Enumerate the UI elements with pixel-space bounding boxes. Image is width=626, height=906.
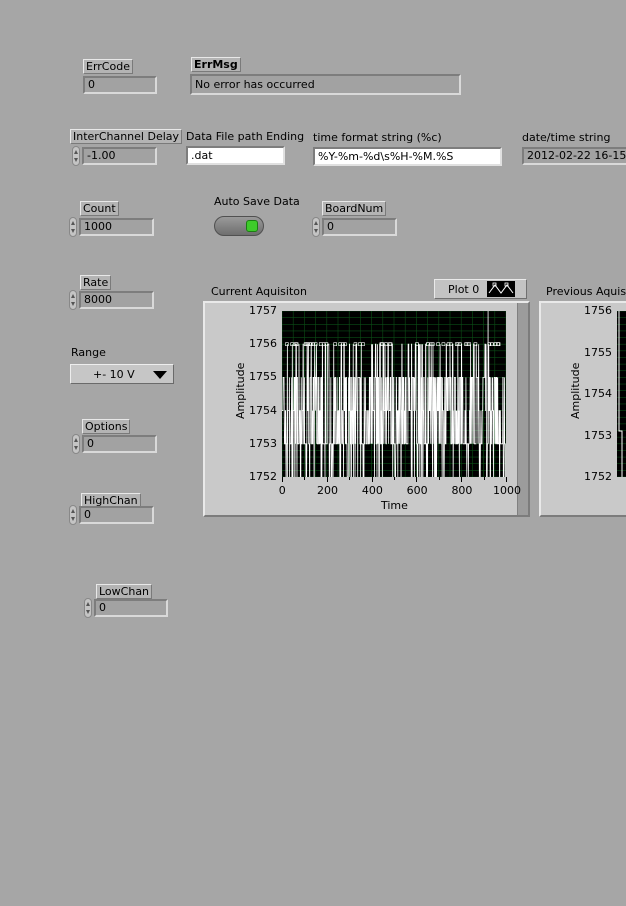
- rate-field[interactable]: 8000: [79, 291, 154, 309]
- count-label: Count: [80, 201, 119, 216]
- x-tick-mark: [416, 477, 418, 482]
- errcode-indicator: 0: [83, 76, 157, 94]
- data-file-path-ending-field[interactable]: .dat: [186, 146, 285, 165]
- x-tick-mark: [304, 477, 306, 480]
- errmsg-label: ErrMsg: [191, 57, 241, 72]
- count-spinner[interactable]: [69, 217, 77, 237]
- previous-chart-title: Previous Aquisition: [546, 285, 626, 298]
- auto-save-label: Auto Save Data: [214, 195, 300, 208]
- y-tick-label: 1752: [249, 470, 277, 483]
- boardnum-label: BoardNum: [322, 201, 387, 216]
- boardnum-spinner[interactable]: [312, 217, 320, 237]
- x-tick-mark: [483, 477, 485, 480]
- previous-chart-frame: [539, 301, 626, 517]
- errmsg-indicator: No error has occurred: [190, 74, 461, 95]
- data-file-path-ending-label: Data File path Ending: [186, 130, 305, 143]
- highchan-spinner[interactable]: [69, 505, 77, 525]
- x-tick-label: 200: [317, 484, 339, 497]
- x-tick-mark: [371, 477, 373, 482]
- x-tick-label: 400: [361, 484, 383, 497]
- errcode-label: ErrCode: [83, 59, 133, 74]
- x-tick-mark: [461, 477, 463, 482]
- datetime-label: date/time string: [522, 131, 611, 144]
- prev-y-tick-label: 1754: [584, 387, 612, 400]
- interchannel-delay-label: InterChannel Delay: [70, 129, 183, 144]
- y-tick-label: 1755: [249, 370, 277, 384]
- current-xlabel: Time: [381, 499, 408, 512]
- x-tick-label: 600: [406, 484, 428, 497]
- series-line: [618, 311, 623, 477]
- highchan-field[interactable]: 0: [79, 506, 154, 524]
- y-tick-label: 1753: [249, 436, 277, 450]
- boardnum-field[interactable]: 0: [322, 218, 397, 236]
- prev-y-tick-label: 1753: [584, 428, 612, 442]
- options-field[interactable]: 0: [82, 435, 157, 453]
- rate-spinner[interactable]: [69, 290, 77, 310]
- rate-label: Rate: [80, 275, 112, 290]
- range-dropdown[interactable]: +- 10 V: [70, 364, 174, 384]
- count-field[interactable]: 1000: [79, 218, 154, 236]
- interchannel-delay-spinner[interactable]: [72, 146, 80, 166]
- previous-ylabel: Amplitude: [569, 362, 582, 419]
- range-value: +- 10 V: [93, 368, 135, 381]
- x-tick-label: 0: [278, 484, 286, 497]
- plot-legend[interactable]: Plot 0: [434, 279, 527, 299]
- current-plot-svg: [282, 311, 506, 477]
- time-format-label: time format string (%c): [313, 131, 442, 144]
- options-spinner[interactable]: [72, 434, 80, 454]
- plot-line-icon: [487, 281, 515, 297]
- prev-y-tick-label: 1755: [584, 345, 612, 359]
- chevron-down-icon: [153, 371, 167, 379]
- datetime-indicator: 2012-02-22 16-15.2: [522, 147, 626, 165]
- prev-y-tick-label: 1752: [584, 470, 612, 483]
- time-format-field[interactable]: %Y-%m-%d\s%H-%M.%S: [313, 147, 502, 166]
- lowchan-spinner[interactable]: [84, 598, 92, 618]
- plot-legend-label: Plot 0: [448, 283, 480, 296]
- previous-plot-svg: [617, 311, 626, 477]
- auto-save-led-icon: [246, 220, 258, 232]
- current-chart-title: Current Aquisiton: [211, 285, 307, 298]
- x-tick-mark: [394, 477, 395, 480]
- x-tick-mark: [349, 477, 351, 480]
- x-tick-mark: [326, 477, 328, 482]
- lowchan-field[interactable]: 0: [94, 599, 168, 617]
- range-label: Range: [71, 346, 106, 359]
- options-label: Options: [82, 419, 131, 434]
- x-tick-mark: [438, 477, 440, 480]
- previous-plot-area: [617, 311, 626, 477]
- current-plot-area: [282, 311, 506, 477]
- interchannel-delay-field[interactable]: -1.00: [82, 147, 157, 165]
- lowchan-label: LowChan: [96, 584, 153, 599]
- y-tick-label: 1757: [249, 304, 277, 317]
- x-tick-label: 800: [451, 484, 473, 497]
- x-tick-mark: [282, 477, 283, 482]
- x-tick-mark: [506, 477, 507, 482]
- current-ylabel: Amplitude: [234, 362, 247, 419]
- prev-y-tick-label: 1756: [584, 304, 612, 317]
- y-tick-label: 1754: [249, 403, 277, 417]
- x-tick-label: 1000: [493, 484, 521, 497]
- y-tick-label: 1756: [249, 337, 277, 351]
- auto-save-toggle[interactable]: [214, 216, 264, 236]
